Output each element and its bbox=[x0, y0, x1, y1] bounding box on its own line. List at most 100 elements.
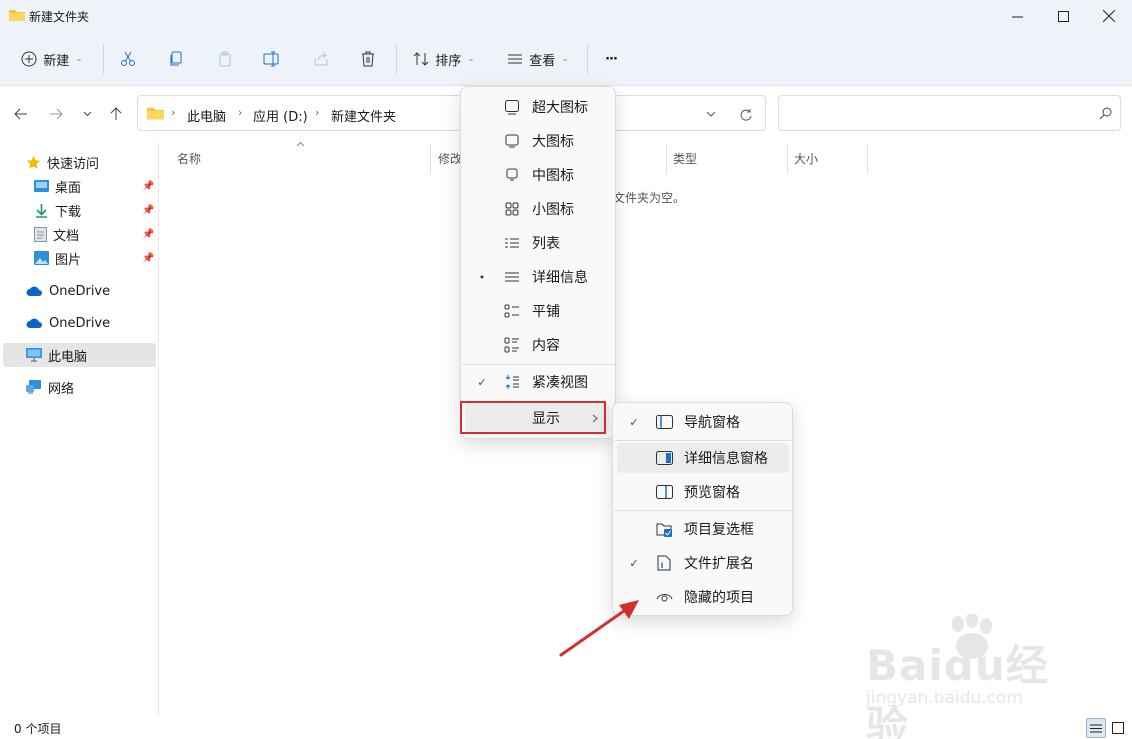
empty-folder-message: 文件夹为空。 bbox=[613, 191, 686, 205]
pane-splitter[interactable] bbox=[158, 142, 159, 716]
minimize-button[interactable] bbox=[994, 0, 1040, 32]
menu-item-details-pane[interactable]: 详细信息窗格 bbox=[613, 442, 792, 474]
sidebar-item-desktop[interactable]: 桌面 📌 bbox=[34, 175, 158, 197]
annotation-arrow bbox=[559, 600, 639, 657]
toolbar-divider bbox=[587, 44, 588, 74]
sort-icon bbox=[413, 52, 429, 66]
column-header-type[interactable]: 类型 bbox=[673, 150, 697, 167]
command-bar: 新建 ⌄ 排序 ⌄ 查看 ⌄ ··· bbox=[0, 32, 1132, 86]
view-button[interactable]: 查看 ⌄ bbox=[498, 42, 578, 76]
back-button[interactable] bbox=[9, 102, 33, 126]
menu-separator bbox=[614, 440, 793, 441]
sidebar-item-documents[interactable]: 文档 📌 bbox=[34, 223, 158, 245]
menu-item-preview-pane[interactable]: 预览窗格 bbox=[613, 476, 792, 508]
navigation-pane-icon bbox=[655, 413, 673, 431]
more-button[interactable]: ··· bbox=[597, 42, 625, 76]
address-bar[interactable]: › 此电脑 › 应用 (D:) › 新建文件夹 bbox=[137, 95, 766, 131]
extra-large-icons-icon bbox=[503, 98, 521, 116]
breadcrumb-this-pc[interactable]: 此电脑 bbox=[187, 106, 226, 125]
column-header-name[interactable]: 名称 bbox=[177, 150, 201, 167]
menu-item-medium-icons[interactable]: 中图标 bbox=[461, 159, 615, 191]
copy-icon bbox=[170, 51, 182, 66]
pin-icon: 📌 bbox=[142, 252, 155, 264]
menu-item-tiles[interactable]: 平铺 bbox=[461, 295, 615, 327]
close-icon bbox=[1103, 10, 1115, 22]
address-history-button[interactable] bbox=[702, 106, 720, 122]
sidebar-item-this-pc[interactable]: 此电脑 bbox=[26, 344, 87, 366]
menu-item-label: 导航窗格 bbox=[684, 415, 740, 431]
chevron-down-icon: ⌄ bbox=[561, 54, 569, 64]
sidebar-item-onedrive-personal[interactable]: OneDrive bbox=[26, 312, 110, 334]
menu-item-details[interactable]: • 详细信息 bbox=[461, 261, 615, 293]
refresh-button[interactable] bbox=[736, 105, 754, 123]
column-header-size[interactable]: 大小 bbox=[794, 150, 818, 167]
breadcrumb-drive-d[interactable]: 应用 (D:) bbox=[253, 106, 308, 125]
breadcrumb-chevron-icon: › bbox=[171, 106, 176, 119]
forward-button[interactable] bbox=[44, 102, 68, 126]
rename-button[interactable] bbox=[258, 42, 286, 76]
sidebar-item-downloads[interactable]: 下载 📌 bbox=[34, 199, 158, 221]
share-button[interactable] bbox=[307, 42, 335, 76]
watermark-word: Baidu经验 bbox=[866, 641, 1049, 739]
tiles-icon bbox=[503, 302, 521, 320]
menu-item-file-extensions[interactable]: ✓ 文件扩展名 bbox=[613, 547, 792, 579]
sidebar-item-network[interactable]: 网络 bbox=[26, 376, 74, 398]
sidebar-item-label: 下载 bbox=[55, 204, 82, 220]
paste-button[interactable] bbox=[211, 42, 239, 76]
close-button[interactable] bbox=[1086, 0, 1132, 32]
arrow-right-icon bbox=[50, 108, 63, 120]
column-divider[interactable] bbox=[787, 144, 788, 174]
new-label: 新建 bbox=[43, 53, 70, 69]
menu-item-content[interactable]: 内容 bbox=[461, 329, 615, 361]
delete-button[interactable] bbox=[354, 42, 382, 76]
sidebar-item-pictures[interactable]: 图片 📌 bbox=[34, 247, 158, 269]
breadcrumb-current-folder[interactable]: 新建文件夹 bbox=[331, 106, 396, 125]
menu-item-extra-large-icons[interactable]: 超大图标 bbox=[461, 91, 615, 123]
menu-item-navigation-pane[interactable]: ✓ 导航窗格 bbox=[613, 406, 792, 438]
check-icon: ✓ bbox=[477, 375, 487, 389]
toolbar-divider bbox=[396, 44, 397, 74]
chevron-down-icon bbox=[706, 111, 716, 117]
column-divider[interactable] bbox=[867, 144, 868, 174]
column-divider[interactable] bbox=[666, 144, 667, 174]
new-button[interactable]: 新建 ⌄ bbox=[14, 42, 90, 76]
scissors-icon bbox=[121, 51, 135, 66]
search-box[interactable] bbox=[778, 95, 1121, 131]
paste-icon bbox=[219, 51, 231, 67]
large-icons-view-toggle[interactable] bbox=[1108, 718, 1128, 738]
arrow-left-icon bbox=[14, 108, 27, 120]
menu-item-small-icons[interactable]: 小图标 bbox=[461, 193, 615, 225]
recent-locations-button[interactable] bbox=[75, 102, 99, 126]
details-pane-icon bbox=[655, 449, 673, 467]
folder-icon bbox=[9, 10, 25, 21]
sidebar-item-label: 快速访问 bbox=[47, 156, 100, 172]
sidebar-item-label: OneDrive bbox=[49, 315, 111, 331]
column-divider[interactable] bbox=[430, 144, 431, 174]
sidebar-item-quick-access[interactable]: 快速访问 bbox=[26, 151, 99, 173]
sidebar-item-label: 此电脑 bbox=[48, 349, 88, 365]
watermark: Baidu经验 jingyan.baidu.com bbox=[866, 612, 1076, 739]
menu-item-label: 项目复选框 bbox=[684, 522, 754, 538]
copy-button[interactable] bbox=[162, 42, 190, 76]
preview-pane-icon bbox=[655, 483, 673, 501]
menu-item-list[interactable]: 列表 bbox=[461, 227, 615, 259]
search-input[interactable] bbox=[787, 103, 1087, 123]
sidebar-item-label: 文档 bbox=[53, 228, 80, 244]
sidebar-item-onedrive[interactable]: OneDrive bbox=[26, 280, 110, 302]
search-icon bbox=[1099, 107, 1112, 120]
sort-button[interactable]: 排序 ⌄ bbox=[405, 42, 483, 76]
cloud-icon bbox=[26, 286, 42, 296]
cut-button[interactable] bbox=[114, 42, 142, 76]
menu-item-item-checkboxes[interactable]: 项目复选框 bbox=[613, 513, 792, 545]
sidebar-item-label: 图片 bbox=[55, 252, 82, 268]
menu-item-label: 隐藏的项目 bbox=[684, 590, 754, 606]
menu-item-compact-view[interactable]: ✓ 紧凑视图 bbox=[461, 366, 615, 398]
star-icon bbox=[26, 155, 41, 169]
menu-item-label: 文件扩展名 bbox=[684, 556, 754, 572]
menu-item-large-icons[interactable]: 大图标 bbox=[461, 125, 615, 157]
column-header-modified[interactable]: 修改 bbox=[438, 150, 462, 167]
maximize-button[interactable] bbox=[1040, 0, 1086, 32]
minimize-icon bbox=[1011, 16, 1023, 17]
details-view-toggle[interactable] bbox=[1086, 718, 1106, 738]
up-button[interactable] bbox=[104, 102, 128, 126]
